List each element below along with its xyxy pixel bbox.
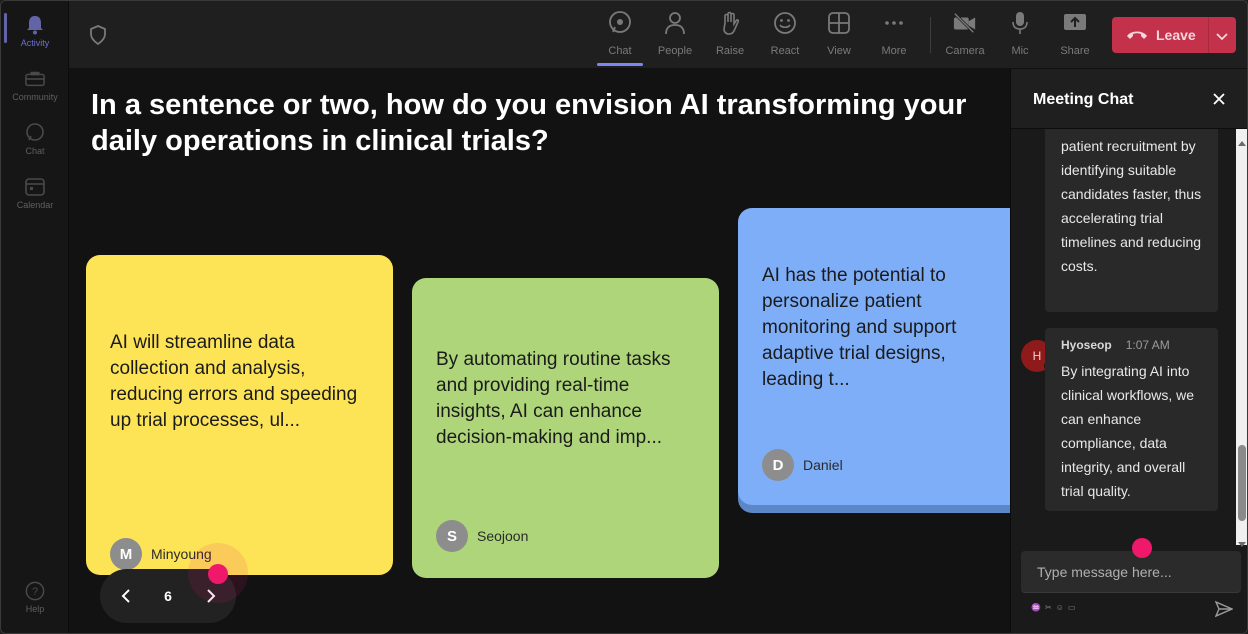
avatar: D — [762, 449, 794, 481]
avatar: M — [110, 538, 142, 570]
raise-hand-button[interactable]: Raise — [707, 11, 753, 61]
mic-button[interactable]: Mic — [997, 11, 1043, 61]
app-rail: Activity Community Chat Calendar ? Help — [1, 1, 69, 633]
close-icon[interactable] — [1211, 91, 1227, 107]
gif-icon[interactable]: ▭ — [1068, 603, 1076, 612]
more-label: More — [881, 45, 907, 57]
people-button[interactable]: People — [652, 11, 698, 61]
scroll-down-icon[interactable] — [1238, 535, 1246, 547]
view-button[interactable]: View — [816, 11, 862, 61]
share-screen-icon — [1063, 11, 1087, 35]
view-label: View — [827, 45, 851, 57]
bell-icon — [25, 15, 45, 35]
scroll-up-icon[interactable] — [1238, 133, 1246, 146]
calendar-icon — [25, 177, 45, 197]
chevron-left-icon[interactable] — [118, 587, 136, 605]
rail-label: Help — [25, 604, 45, 614]
message-list: patient recruitment by identifying suita… — [1011, 129, 1236, 545]
grid-icon — [827, 11, 851, 35]
raise-label: Raise — [715, 45, 745, 57]
hang-up-icon — [1126, 28, 1148, 42]
compose-toolbar: ♒ ✂ ☺ ▭ — [1031, 603, 1075, 612]
active-tab-indicator — [597, 63, 643, 66]
response-card[interactable]: AI has the potential to personalize pati… — [738, 208, 1010, 505]
people-label: People — [657, 45, 693, 57]
response-text: AI will streamline data collection and a… — [110, 332, 358, 431]
emoji-icon[interactable]: ☺ — [1056, 603, 1064, 612]
more-icon — [882, 11, 906, 35]
chat-title: Meeting Chat — [1033, 91, 1134, 108]
chat-message: patient recruitment by identifying suita… — [1045, 129, 1218, 312]
hand-icon — [718, 11, 742, 35]
response-card[interactable]: AI will streamline data collection and a… — [86, 255, 393, 575]
rail-item-help[interactable]: ? Help — [1, 575, 69, 627]
meeting-chat-panel: Meeting Chat patient recruitment by iden… — [1010, 69, 1247, 633]
author-name: Seojoon — [477, 528, 529, 544]
message-input[interactable] — [1021, 551, 1241, 593]
response-text: By automating routine tasks and providin… — [436, 349, 671, 448]
mic-label: Mic — [1011, 45, 1029, 57]
community-icon — [25, 69, 45, 89]
chat-label: Chat — [608, 45, 632, 57]
rail-label: Calendar — [16, 200, 54, 210]
chat-icon — [25, 123, 45, 143]
more-button[interactable]: More — [871, 11, 917, 61]
attach-icon[interactable]: ✂ — [1045, 603, 1052, 612]
chat-header: Meeting Chat — [1011, 69, 1247, 129]
scroll-thumb[interactable] — [1238, 445, 1246, 521]
message-input-box[interactable] — [1021, 551, 1241, 593]
meeting-toolbar: Chat People Raise React View More Camera… — [69, 1, 1247, 69]
rail-item-community[interactable]: Community — [1, 63, 69, 115]
react-label: React — [770, 45, 800, 57]
shield-icon[interactable] — [89, 25, 107, 46]
people-icon — [663, 11, 687, 35]
rail-item-calendar[interactable]: Calendar — [1, 171, 69, 223]
leave-divider — [1208, 17, 1209, 53]
slide-question: In a sentence or two, how do you envisio… — [91, 89, 967, 157]
avatar: S — [436, 520, 468, 552]
svg-text:?: ? — [32, 586, 38, 598]
rail-item-activity[interactable]: Activity — [1, 9, 69, 61]
rail-label: Activity — [20, 38, 50, 48]
presentation-stage: In a sentence or two, how do you envisio… — [69, 69, 1010, 633]
message-time: 1:07 AM — [1125, 338, 1170, 352]
camera-button[interactable]: Camera — [942, 11, 988, 61]
message-text: patient recruitment by identifying suita… — [1061, 138, 1202, 274]
response-card[interactable]: By automating routine tasks and providin… — [412, 278, 719, 578]
page-number: 6 — [164, 588, 172, 604]
leave-label: Leave — [1156, 27, 1196, 43]
response-text: AI has the potential to personalize pati… — [762, 265, 957, 390]
response-author: S Seojoon — [436, 520, 528, 552]
leave-button[interactable]: Leave — [1112, 17, 1236, 53]
react-button[interactable]: React — [762, 11, 808, 61]
smiley-icon — [773, 11, 797, 35]
author-name: Daniel — [803, 457, 843, 473]
format-icon[interactable]: ♒ — [1031, 603, 1041, 612]
camera-label: Camera — [945, 45, 985, 57]
share-button[interactable]: Share — [1052, 11, 1098, 61]
camera-off-icon — [953, 11, 977, 35]
rail-label: Community — [12, 92, 58, 102]
message-meta: Hyoseop 1:07 AM — [1061, 338, 1170, 352]
sender-name: Hyoseop — [1061, 338, 1112, 352]
scrollbar[interactable] — [1236, 129, 1247, 547]
mic-icon — [1008, 11, 1032, 35]
rail-label: Chat — [25, 146, 45, 156]
message-text: By integrating AI into clinical workflow… — [1061, 363, 1195, 499]
toolbar-divider — [930, 17, 931, 53]
send-icon[interactable] — [1214, 600, 1234, 618]
rail-item-chat[interactable]: Chat — [1, 117, 69, 169]
help-icon: ? — [25, 581, 45, 601]
meeting-window: Activity Community Chat Calendar ? Help — [0, 0, 1248, 634]
chat-icon — [608, 11, 632, 35]
laser-pointer — [208, 564, 228, 584]
chat-message: Hyoseop 1:07 AM By integrating AI into c… — [1045, 328, 1218, 511]
chat-button[interactable]: Chat — [597, 11, 643, 61]
share-label: Share — [1060, 45, 1090, 57]
chevron-down-icon[interactable] — [1216, 29, 1228, 41]
response-author: D Daniel — [762, 449, 843, 481]
laser-pointer — [1132, 538, 1152, 558]
